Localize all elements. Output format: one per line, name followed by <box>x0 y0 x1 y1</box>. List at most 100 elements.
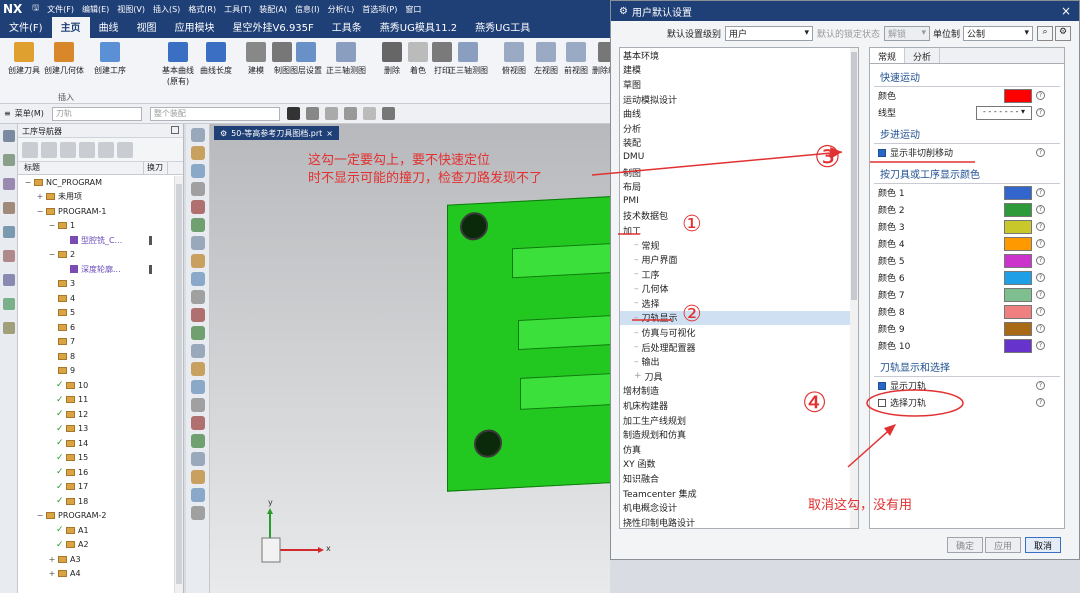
show-noncut-checkbox[interactable] <box>878 148 886 157</box>
category-item[interactable]: 仿真 <box>620 442 858 457</box>
view-tool-icon[interactable] <box>191 362 205 376</box>
resource-tab-icon[interactable] <box>3 154 15 166</box>
resource-tab-icon[interactable] <box>3 130 15 142</box>
tree-row[interactable]: 9 <box>18 364 183 379</box>
tree-row[interactable]: − PROGRAM-1 <box>18 204 183 219</box>
category-item[interactable]: – 几何体 <box>620 282 858 297</box>
resource-tab-icon[interactable] <box>3 202 15 214</box>
tree-row[interactable]: − NC_PROGRAM <box>18 175 183 190</box>
tab-general[interactable]: 常规 <box>870 48 906 63</box>
save-icon[interactable]: 🖫 <box>28 2 43 16</box>
category-item[interactable]: – 刀轨显示 <box>620 310 858 326</box>
view-tool-icon[interactable] <box>191 236 205 250</box>
menu-item[interactable]: 插入(S) <box>149 5 184 14</box>
menu-item[interactable]: 视图(V) <box>113 5 149 14</box>
orient-view-icon[interactable] <box>343 107 357 120</box>
expand-icon[interactable]: + <box>48 569 56 578</box>
assembly-scope-combo[interactable]: 整个装配 <box>149 106 280 121</box>
menu-item[interactable]: 装配(A) <box>255 5 291 14</box>
help-icon[interactable]: ? <box>1036 307 1045 316</box>
color-swatch[interactable] <box>1004 304 1032 319</box>
category-item[interactable]: 制造规划和仿真 <box>620 427 858 442</box>
resource-tab-icon[interactable] <box>3 274 15 286</box>
view-cube-icon[interactable] <box>305 107 319 120</box>
category-item[interactable]: 加工 <box>620 223 858 238</box>
color-swatch[interactable] <box>1004 338 1032 353</box>
help-icon[interactable]: ? <box>1036 290 1045 299</box>
category-item[interactable]: + 刀具 <box>620 369 858 384</box>
menu-item[interactable]: 分析(L) <box>324 5 359 14</box>
machine-tool-view-icon[interactable] <box>41 141 57 158</box>
view-tool-icon[interactable] <box>191 344 205 358</box>
color-swatch[interactable] <box>1004 321 1032 336</box>
view-tool-icon[interactable] <box>191 398 205 412</box>
expand-icon[interactable]: − <box>48 221 56 230</box>
menu-item[interactable]: 文件(F) <box>43 5 78 14</box>
resource-tab-icon[interactable] <box>3 226 15 238</box>
tree-row[interactable]: −1 <box>18 219 183 234</box>
menu-button[interactable]: 菜单(M) <box>15 108 44 119</box>
help-icon[interactable]: ? <box>1036 381 1045 390</box>
view-tool-icon[interactable] <box>191 272 205 286</box>
tree-row[interactable]: + A4 <box>18 567 183 582</box>
category-item[interactable]: – 用户界面 <box>620 252 858 267</box>
method-view-icon[interactable] <box>79 141 95 158</box>
view-tool-icon[interactable] <box>191 416 205 430</box>
tree-row[interactable]: − PROGRAM-2 <box>18 509 183 524</box>
unit-select[interactable]: 公制 ▾ <box>963 25 1034 41</box>
view-tool-icon[interactable] <box>191 182 205 196</box>
category-item[interactable]: – 常规 <box>620 238 858 253</box>
help-icon[interactable]: ? <box>1036 108 1045 117</box>
shading-icon[interactable] <box>286 107 300 120</box>
tree-row[interactable]: −2 <box>18 248 183 263</box>
workpiece-model[interactable] <box>447 195 628 492</box>
category-item[interactable]: 知识融合 <box>620 471 858 486</box>
column-tool-change[interactable]: 换刀 <box>144 162 168 174</box>
color-swatch[interactable] <box>1004 236 1032 251</box>
expand-icon[interactable]: − <box>36 511 44 520</box>
resource-tab-icon[interactable] <box>3 178 15 190</box>
color-swatch[interactable] <box>1004 202 1032 217</box>
view-tool-icon[interactable] <box>191 434 205 448</box>
tree-row[interactable]: + 未用项 <box>18 190 183 205</box>
category-item[interactable]: 布局 <box>620 179 858 194</box>
part-file-tab[interactable]: ⚙ 50-等高参考刀具图档.prt × <box>214 126 339 140</box>
category-item[interactable]: 基本环境 <box>620 48 858 63</box>
expand-icon[interactable]: − <box>24 178 32 187</box>
view-tool-icon[interactable] <box>191 452 205 466</box>
view-tool-icon[interactable] <box>191 164 205 178</box>
help-icon[interactable]: ? <box>1036 205 1045 214</box>
tree-row[interactable]: ✓ A1 <box>18 523 183 538</box>
tree-row[interactable]: 8 <box>18 349 183 364</box>
help-icon[interactable]: ? <box>1036 256 1045 265</box>
category-item[interactable]: 挠性印制电路设计 <box>620 515 858 528</box>
tree-row[interactable]: 3 <box>18 277 183 292</box>
fast-color-swatch[interactable] <box>1004 88 1032 103</box>
category-item[interactable]: 分析 <box>620 121 858 136</box>
tree-row[interactable]: ✓ 11 <box>18 393 183 408</box>
view-tool-icon[interactable] <box>191 200 205 214</box>
view-tool-icon[interactable] <box>191 218 205 232</box>
dialog-close-icon[interactable]: × <box>1061 4 1071 18</box>
tree-row[interactable]: ✓ 14 <box>18 436 183 451</box>
menu-item[interactable]: 格式(R) <box>184 5 220 14</box>
category-item[interactable]: 建模 <box>620 63 858 78</box>
hamburger-icon[interactable]: ≡ <box>4 109 11 118</box>
geometry-view-icon[interactable] <box>60 141 76 158</box>
view-tool-icon[interactable] <box>191 254 205 268</box>
category-item[interactable]: PMI <box>620 194 858 209</box>
ribbon-button[interactable]: 创建刀具 <box>2 42 46 76</box>
program-order-view-icon[interactable] <box>22 141 38 158</box>
help-icon[interactable]: ? <box>1036 222 1045 231</box>
color-swatch[interactable] <box>1004 219 1032 234</box>
tree-row[interactable]: 深度轮廓... <box>18 262 183 277</box>
tree-row[interactable]: ✓ 18 <box>18 494 183 509</box>
ribbon-tab[interactable]: 文件(F) <box>0 17 52 38</box>
ribbon-button[interactable]: 图层设置 <box>284 42 328 76</box>
view-tool-icon[interactable] <box>191 308 205 322</box>
tree-row[interactable]: ✓ 13 <box>18 422 183 437</box>
ribbon-tab[interactable]: 星空外挂V6.935F <box>224 17 323 38</box>
category-item[interactable]: 曲线 <box>620 106 858 121</box>
tree-row[interactable]: 4 <box>18 291 183 306</box>
category-item[interactable]: 运动模拟设计 <box>620 92 858 107</box>
